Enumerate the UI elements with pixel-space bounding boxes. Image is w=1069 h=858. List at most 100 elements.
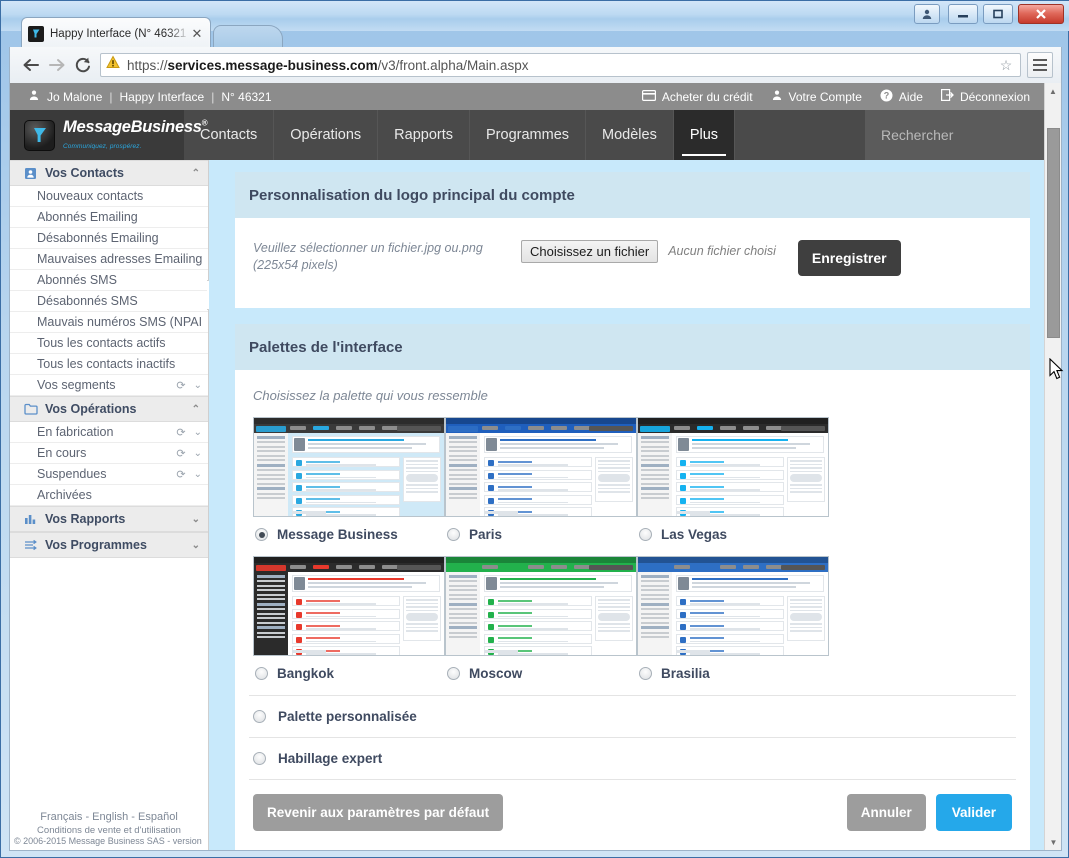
chevron-up-icon[interactable]: ⌃	[186, 404, 200, 415]
palette-cell: Message Business	[253, 417, 445, 556]
account-bar: Jo Malone | Happy Interface | N° 46321 A…	[10, 83, 1046, 110]
nav-item-rapports[interactable]: Rapports	[378, 110, 471, 160]
person-icon	[28, 89, 40, 104]
buy-credit-link[interactable]: Acheter du crédit	[641, 90, 753, 104]
left-sidebar: Vos Contacts ⌃ Nouveaux contacts Abonnés…	[10, 160, 209, 850]
separator: |	[211, 89, 215, 104]
brand-tagline: Communiquez, prospérez.	[63, 142, 142, 150]
palette-thumbnail-las-vegas[interactable]	[637, 417, 829, 517]
choose-file-button[interactable]: Choisissez un fichier	[521, 240, 659, 263]
nav-item-contacts[interactable]: Contacts	[184, 110, 275, 160]
nav-item-modeles[interactable]: Modèles	[586, 110, 674, 160]
sidebar-item-label: Archivées	[37, 488, 92, 502]
sidebar-item-abonnes-emailing[interactable]: Abonnés Emailing	[10, 207, 208, 228]
browser-toolbar: https://services.message-business.com/v3…	[9, 47, 1062, 83]
radio-habillage-expert[interactable]	[253, 752, 266, 765]
scroll-up-arrow-icon[interactable]: ▲	[1045, 83, 1061, 100]
page-scrollbar[interactable]: ▲ ▼	[1044, 83, 1061, 850]
terms-link[interactable]: Conditions de vente et d'utilisation	[14, 825, 204, 836]
radio-message-business[interactable]	[255, 528, 268, 541]
address-bar[interactable]: https://services.message-business.com/v3…	[100, 53, 1021, 77]
account-number: N° 46321	[221, 89, 272, 104]
sidebar-item-desabonnes-emailing[interactable]: Désabonnés Emailing	[10, 228, 208, 249]
option-habillage-expert[interactable]: Habillage expert	[249, 737, 1016, 779]
reset-defaults-button[interactable]: Revenir aux paramètres par défaut	[253, 794, 504, 831]
sidebar-item-desabonnes-sms[interactable]: Désabonnés SMS	[10, 291, 208, 312]
palette-option-brasilia[interactable]: Brasilia	[637, 656, 829, 695]
sidebar-group-vos-contacts[interactable]: Vos Contacts ⌃	[10, 160, 208, 186]
refresh-icon[interactable]: ⟳	[176, 379, 185, 392]
browser-menu-icon[interactable]	[1027, 52, 1053, 78]
radio-brasilia[interactable]	[639, 667, 652, 680]
brand-logo[interactable]: MessageBusiness® Communiquez, prospérez.	[10, 110, 207, 160]
bookmark-star-icon[interactable]: ☆	[997, 57, 1015, 74]
close-icon[interactable]: ✕	[190, 27, 204, 40]
palette-thumbnail-moscow[interactable]	[445, 556, 637, 656]
chevron-down-icon[interactable]: ⌄	[194, 427, 202, 438]
chevron-down-icon[interactable]: ⌄	[186, 540, 200, 551]
sidebar-item-suspendues[interactable]: Suspendues ⟳ ⌄	[10, 464, 208, 485]
back-icon[interactable]	[18, 52, 44, 78]
chevron-down-icon[interactable]: ⌄	[194, 469, 202, 480]
sidebar-item-tous-contacts-inactifs[interactable]: Tous les contacts inactifs	[10, 354, 208, 375]
account-identity: Jo Malone | Happy Interface | N° 46321	[10, 89, 272, 104]
sidebar-group-label: Vos Contacts	[45, 166, 124, 180]
language-links[interactable]: Français - English - Español	[14, 811, 204, 825]
reload-icon[interactable]	[70, 52, 96, 78]
validate-button[interactable]: Valider	[935, 794, 1012, 831]
logout-link[interactable]: Déconnexion	[940, 89, 1030, 104]
sidebar-item-mauvais-numeros-sms[interactable]: Mauvais numéros SMS (NPAI)	[10, 312, 208, 333]
sidebar-item-tous-contacts-actifs[interactable]: Tous les contacts actifs	[10, 333, 208, 354]
palette-option-paris[interactable]: Paris	[445, 517, 637, 556]
refresh-icon[interactable]: ⟳	[176, 447, 185, 460]
sidebar-item-label: Désabonnés SMS	[37, 294, 138, 308]
palette-action-row: Revenir aux paramètres par défaut Annule…	[249, 779, 1016, 847]
palette-option-bangkok[interactable]: Bangkok	[253, 656, 445, 695]
palette-thumbnail-message-business[interactable]	[253, 417, 445, 517]
option-palette-personnalisee[interactable]: Palette personnalisée	[249, 695, 1016, 737]
cancel-button[interactable]: Annuler	[846, 794, 926, 831]
palette-thumbnail-bangkok[interactable]	[253, 556, 445, 656]
palette-thumbnail-paris[interactable]	[445, 417, 637, 517]
refresh-icon[interactable]: ⟳	[176, 468, 185, 481]
save-logo-button[interactable]: Enregistrer	[797, 240, 901, 276]
scrollbar-thumb[interactable]	[1047, 128, 1060, 338]
palette-option-las-vegas[interactable]: Las Vegas	[637, 517, 829, 556]
chevron-up-icon[interactable]: ⌃	[186, 168, 200, 179]
chevron-down-icon[interactable]: ⌄	[194, 448, 202, 459]
sidebar-item-nouveaux-contacts[interactable]: Nouveaux contacts	[10, 186, 208, 207]
your-account-link[interactable]: Votre Compte	[771, 89, 862, 104]
browser-tab[interactable]: Happy Interface (N° 46321 ✕	[21, 17, 211, 49]
main-navigation: MessageBusiness® Communiquez, prospérez.…	[10, 110, 1061, 160]
radio-moscow[interactable]	[447, 667, 460, 680]
sidebar-group-vos-rapports[interactable]: Vos Rapports ⌄	[10, 506, 208, 532]
help-link[interactable]: ? Aide	[880, 89, 923, 105]
nav-item-programmes[interactable]: Programmes	[470, 110, 587, 160]
sidebar-item-abonnes-sms[interactable]: Abonnés SMS	[10, 270, 208, 291]
nav-item-plus[interactable]: Plus	[673, 110, 736, 160]
palette-option-moscow[interactable]: Moscow	[445, 656, 637, 695]
sidebar-item-vos-segments[interactable]: Vos segments ⟳ ⌄	[10, 375, 208, 396]
chevron-down-icon[interactable]: ⌄	[194, 380, 202, 391]
scroll-down-arrow-icon[interactable]: ▼	[1045, 834, 1061, 850]
sidebar-group-label: Vos Opérations	[45, 402, 137, 416]
forward-icon[interactable]	[44, 52, 70, 78]
logo-customization-card: Personnalisation du logo principal du co…	[235, 172, 1030, 308]
sidebar-item-archivees[interactable]: Archivées	[10, 485, 208, 506]
radio-bangkok[interactable]	[255, 667, 268, 680]
sidebar-group-vos-programmes[interactable]: Vos Programmes ⌄	[10, 532, 208, 558]
sidebar-item-en-cours[interactable]: En cours ⟳ ⌄	[10, 443, 208, 464]
palette-option-message-business[interactable]: Message Business	[253, 517, 445, 556]
sidebar-group-vos-operations[interactable]: Vos Opérations ⌃	[10, 396, 208, 422]
radio-paris[interactable]	[447, 528, 460, 541]
chevron-down-icon[interactable]: ⌄	[186, 514, 200, 525]
radio-las-vegas[interactable]	[639, 528, 652, 541]
search-input[interactable]	[879, 126, 1061, 144]
nav-item-operations[interactable]: Opérations	[274, 110, 379, 160]
sidebar-item-mauvaises-adresses-emailing[interactable]: Mauvaises adresses Emailing	[10, 249, 208, 270]
new-tab-button[interactable]	[213, 25, 283, 47]
refresh-icon[interactable]: ⟳	[176, 426, 185, 439]
sidebar-item-en-fabrication[interactable]: En fabrication ⟳ ⌄	[10, 422, 208, 443]
radio-palette-personnalisee[interactable]	[253, 710, 266, 723]
palette-thumbnail-brasilia[interactable]	[637, 556, 829, 656]
